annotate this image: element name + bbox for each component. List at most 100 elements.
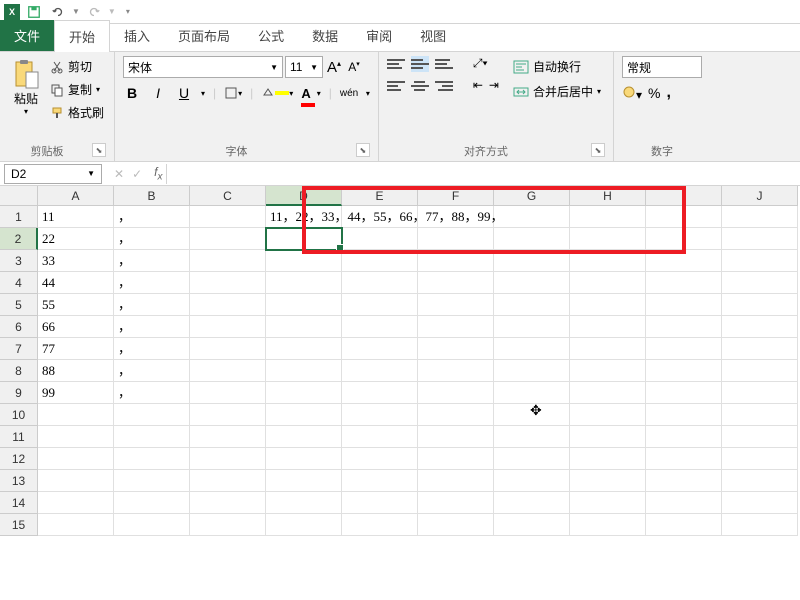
column-header-A[interactable]: A — [38, 186, 114, 206]
cell-A6[interactable]: 66 — [38, 316, 114, 338]
cell-B2[interactable]: ， — [114, 228, 190, 250]
cell-D3[interactable] — [266, 250, 342, 272]
cell-A1[interactable]: 11 — [38, 206, 114, 228]
clipboard-launcher[interactable]: ⬊ — [92, 143, 106, 157]
save-button[interactable] — [24, 2, 44, 22]
increase-indent-button[interactable]: ⇥ — [489, 78, 499, 94]
cell-D9[interactable] — [266, 382, 342, 404]
cell-H8[interactable] — [570, 360, 646, 382]
redo-dropdown[interactable]: ▼ — [108, 7, 116, 16]
copy-button[interactable]: 复制 ▾ — [48, 79, 106, 100]
cell-H2[interactable] — [570, 228, 646, 250]
cell-B9[interactable]: ， — [114, 382, 190, 404]
cell-G13[interactable] — [494, 470, 570, 492]
cell-D4[interactable] — [266, 272, 342, 294]
cell-D6[interactable] — [266, 316, 342, 338]
align-top-button[interactable] — [387, 56, 405, 72]
tab-file[interactable]: 文件 — [0, 20, 54, 51]
cell-F8[interactable] — [418, 360, 494, 382]
cell-A14[interactable] — [38, 492, 114, 514]
fx-icon[interactable]: fx — [150, 165, 166, 182]
row-header-10[interactable]: 10 — [0, 404, 38, 426]
bold-button[interactable]: B — [123, 85, 141, 101]
cell-J1[interactable] — [722, 206, 798, 228]
cell-I6[interactable] — [646, 316, 722, 338]
cell-E12[interactable] — [342, 448, 418, 470]
cell-D7[interactable] — [266, 338, 342, 360]
cell-J7[interactable] — [722, 338, 798, 360]
cell-D2[interactable] — [266, 228, 342, 250]
row-header-14[interactable]: 14 — [0, 492, 38, 514]
row-header-8[interactable]: 8 — [0, 360, 38, 382]
increase-font-button[interactable]: A▴ — [325, 59, 343, 76]
cell-B1[interactable]: ， — [114, 206, 190, 228]
cell-H6[interactable] — [570, 316, 646, 338]
cell-G11[interactable] — [494, 426, 570, 448]
cell-C5[interactable] — [190, 294, 266, 316]
row-header-5[interactable]: 5 — [0, 294, 38, 316]
tab-home[interactable]: 开始 — [54, 20, 110, 52]
column-header-C[interactable]: C — [190, 186, 266, 206]
cell-E3[interactable] — [342, 250, 418, 272]
row-header-4[interactable]: 4 — [0, 272, 38, 294]
cell-A10[interactable] — [38, 404, 114, 426]
cell-F5[interactable] — [418, 294, 494, 316]
column-header-J[interactable]: J — [722, 186, 798, 206]
font-launcher[interactable]: ⬊ — [356, 143, 370, 157]
cell-F13[interactable] — [418, 470, 494, 492]
cell-F14[interactable] — [418, 492, 494, 514]
cell-A11[interactable] — [38, 426, 114, 448]
qat-customize[interactable]: ▾ — [126, 7, 130, 16]
cell-C9[interactable] — [190, 382, 266, 404]
enter-formula-button[interactable]: ✓ — [132, 167, 142, 181]
decrease-indent-button[interactable]: ⇤ — [473, 78, 483, 94]
cell-I8[interactable] — [646, 360, 722, 382]
cell-G4[interactable] — [494, 272, 570, 294]
cancel-formula-button[interactable]: ✕ — [114, 167, 124, 181]
cell-D13[interactable] — [266, 470, 342, 492]
cell-D15[interactable] — [266, 514, 342, 536]
cell-E6[interactable] — [342, 316, 418, 338]
cell-D14[interactable] — [266, 492, 342, 514]
cell-I5[interactable] — [646, 294, 722, 316]
cell-H5[interactable] — [570, 294, 646, 316]
cell-G2[interactable] — [494, 228, 570, 250]
cell-C8[interactable] — [190, 360, 266, 382]
cell-F11[interactable] — [418, 426, 494, 448]
cell-H14[interactable] — [570, 492, 646, 514]
cell-G1[interactable] — [494, 206, 570, 228]
cell-A15[interactable] — [38, 514, 114, 536]
cell-I7[interactable] — [646, 338, 722, 360]
underline-dropdown[interactable]: ▾ — [201, 89, 205, 98]
cell-J15[interactable] — [722, 514, 798, 536]
cell-F15[interactable] — [418, 514, 494, 536]
cell-A12[interactable] — [38, 448, 114, 470]
row-header-13[interactable]: 13 — [0, 470, 38, 492]
column-header-G[interactable]: G — [494, 186, 570, 206]
cell-I11[interactable] — [646, 426, 722, 448]
cell-E15[interactable] — [342, 514, 418, 536]
cell-A3[interactable]: 33 — [38, 250, 114, 272]
cell-H3[interactable] — [570, 250, 646, 272]
cell-C15[interactable] — [190, 514, 266, 536]
cell-F10[interactable] — [418, 404, 494, 426]
cell-D1[interactable]: 11，22，33，44，55，66，77，88，99， — [266, 206, 342, 228]
format-painter-button[interactable]: 格式刷 — [48, 102, 106, 123]
cell-H10[interactable] — [570, 404, 646, 426]
wrap-text-button[interactable]: 自动换行 — [509, 56, 605, 77]
cell-C10[interactable] — [190, 404, 266, 426]
column-header-F[interactable]: F — [418, 186, 494, 206]
orientation-button[interactable]: ⤢▾ — [473, 56, 488, 72]
cell-J4[interactable] — [722, 272, 798, 294]
cell-C1[interactable] — [190, 206, 266, 228]
name-box[interactable]: D2▼ — [4, 164, 102, 184]
cell-I3[interactable] — [646, 250, 722, 272]
cell-J11[interactable] — [722, 426, 798, 448]
cell-B14[interactable] — [114, 492, 190, 514]
row-header-12[interactable]: 12 — [0, 448, 38, 470]
align-bottom-button[interactable] — [435, 56, 453, 72]
cell-B4[interactable]: ， — [114, 272, 190, 294]
cell-F12[interactable] — [418, 448, 494, 470]
cell-G10[interactable] — [494, 404, 570, 426]
cell-J8[interactable] — [722, 360, 798, 382]
